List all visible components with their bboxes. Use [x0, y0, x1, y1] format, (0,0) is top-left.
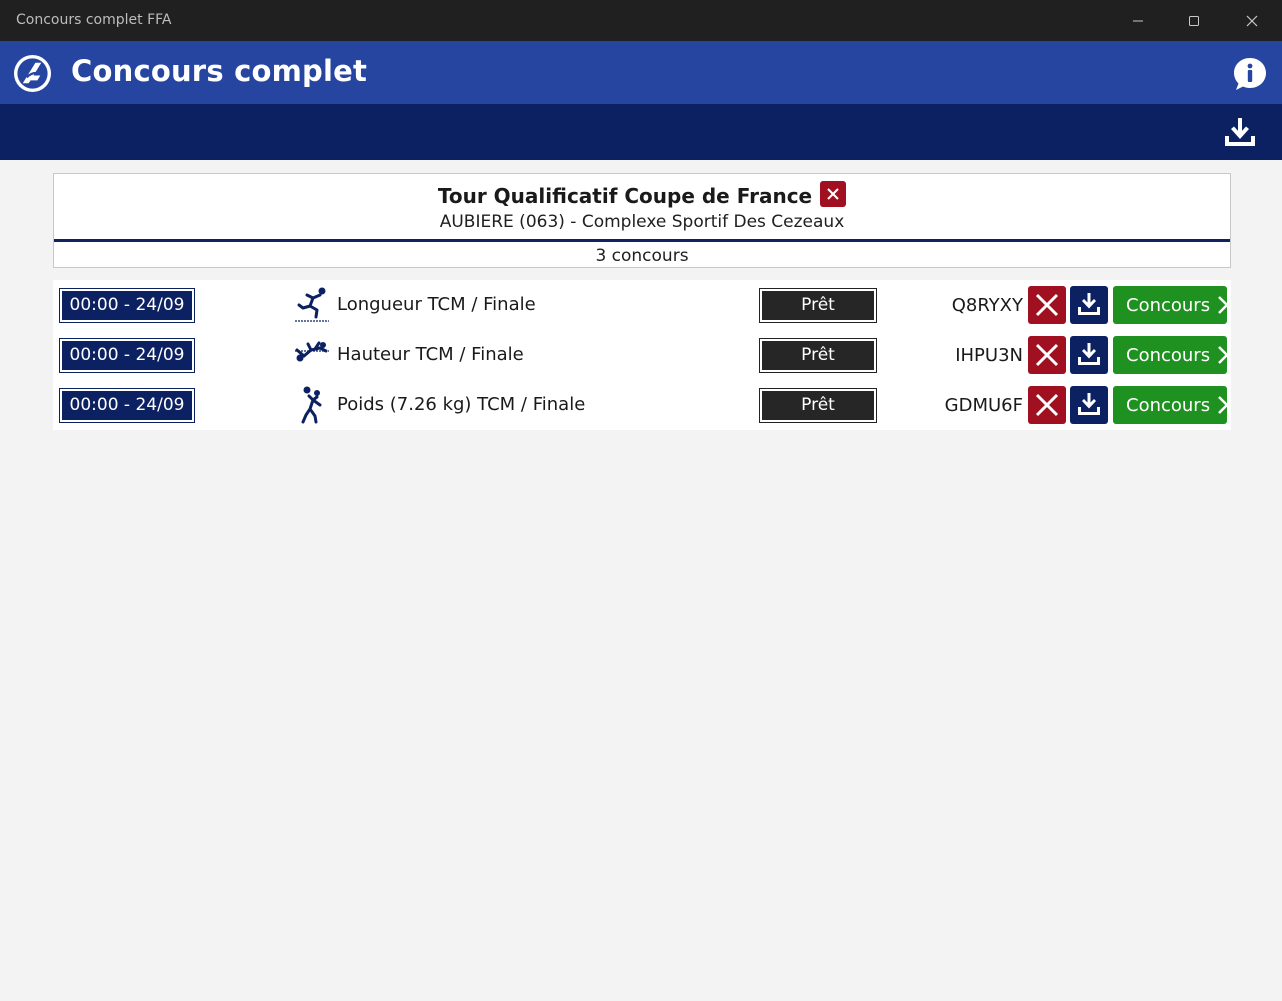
delete-button[interactable]	[1028, 336, 1066, 374]
close-icon	[1035, 293, 1059, 317]
time-badge: 00:00 - 24/09	[59, 338, 195, 373]
event-name: Hauteur TCM / Finale	[337, 344, 524, 365]
time-text: 00:00 - 24/09	[62, 291, 192, 320]
chevron-right-icon	[1218, 346, 1229, 364]
maximize-button[interactable]	[1166, 0, 1222, 41]
meeting-close-button[interactable]	[820, 181, 847, 207]
app-title: Concours complet	[71, 54, 368, 88]
window-titlebar: Concours complet FFA	[0, 0, 1282, 41]
high-jump-icon	[295, 341, 329, 362]
time-text: 00:00 - 24/09	[62, 341, 192, 370]
close-icon	[1035, 393, 1059, 417]
download-button[interactable]	[1070, 386, 1108, 424]
download-icon[interactable]	[1222, 116, 1258, 150]
status-text: Prêt	[762, 341, 874, 370]
status-text: Prêt	[762, 291, 874, 320]
close-icon	[1246, 15, 1258, 26]
competition-row: 00:00 - 24/09 Hauteur TCM / Finale Prêt …	[53, 330, 1231, 380]
competition-code: Q8RYXY	[951, 295, 1023, 316]
open-competition-button[interactable]: Concours	[1113, 336, 1229, 374]
competition-list: 00:00 - 24/09 Longueur TCM / Finale Prêt…	[53, 280, 1231, 430]
competition-row: 00:00 - 24/09 Longueur TCM / Finale Prêt…	[53, 280, 1231, 330]
time-text: 00:00 - 24/09	[62, 391, 192, 420]
download-icon	[1078, 293, 1100, 315]
competition-row: 00:00 - 24/09 Poids (7.26 kg) TCM / Fina…	[53, 380, 1231, 430]
event-name: Poids (7.26 kg) TCM / Finale	[337, 394, 586, 415]
download-icon	[1078, 393, 1100, 415]
minimize-button[interactable]	[1110, 0, 1166, 41]
meeting-title: Tour Qualificatif Coupe de France	[437, 184, 813, 208]
meeting-divider	[54, 239, 1230, 242]
open-competition-label: Concours	[1126, 344, 1211, 366]
delete-button[interactable]	[1028, 386, 1066, 424]
chevron-right-icon	[1218, 396, 1229, 414]
meeting-location: AUBIERE (063) - Complexe Sportif Des Cez…	[439, 212, 845, 232]
close-button[interactable]	[1224, 0, 1280, 41]
status-badge: Prêt	[759, 388, 877, 423]
meeting-card: Tour Qualificatif Coupe de France AUBIER…	[53, 173, 1231, 268]
download-button[interactable]	[1070, 286, 1108, 324]
app-header: Concours complet	[0, 41, 1282, 104]
meeting-header: Tour Qualificatif Coupe de France AUBIER…	[54, 174, 1230, 242]
info-icon[interactable]	[1232, 56, 1268, 92]
toolbar	[0, 104, 1282, 160]
open-competition-button[interactable]: Concours	[1113, 286, 1229, 324]
open-competition-label: Concours	[1126, 294, 1211, 316]
window-title: Concours complet FFA	[16, 12, 172, 28]
event-name: Longueur TCM / Finale	[337, 294, 536, 315]
time-badge: 00:00 - 24/09	[59, 388, 195, 423]
competition-code: IHPU3N	[955, 345, 1023, 366]
download-button[interactable]	[1070, 336, 1108, 374]
time-badge: 00:00 - 24/09	[59, 288, 195, 323]
close-icon	[827, 188, 839, 200]
open-competition-label: Concours	[1126, 394, 1211, 416]
status-text: Prêt	[762, 391, 874, 420]
minimize-icon	[1133, 20, 1143, 21]
chevron-right-icon	[1218, 296, 1229, 314]
competition-count: 3 concours	[595, 246, 689, 266]
close-icon	[1035, 343, 1059, 367]
status-badge: Prêt	[759, 338, 877, 373]
shot-put-icon	[301, 386, 322, 424]
long-jump-icon	[295, 287, 329, 322]
competition-code: GDMU6F	[944, 395, 1023, 416]
meeting-title-row: Tour Qualificatif Coupe de France	[54, 181, 1230, 209]
status-badge: Prêt	[759, 288, 877, 323]
delete-button[interactable]	[1028, 286, 1066, 324]
maximize-icon	[1189, 15, 1199, 26]
ffa-athletics-logo-icon	[13, 54, 52, 93]
open-competition-button[interactable]: Concours	[1113, 386, 1229, 424]
download-icon	[1078, 343, 1100, 365]
